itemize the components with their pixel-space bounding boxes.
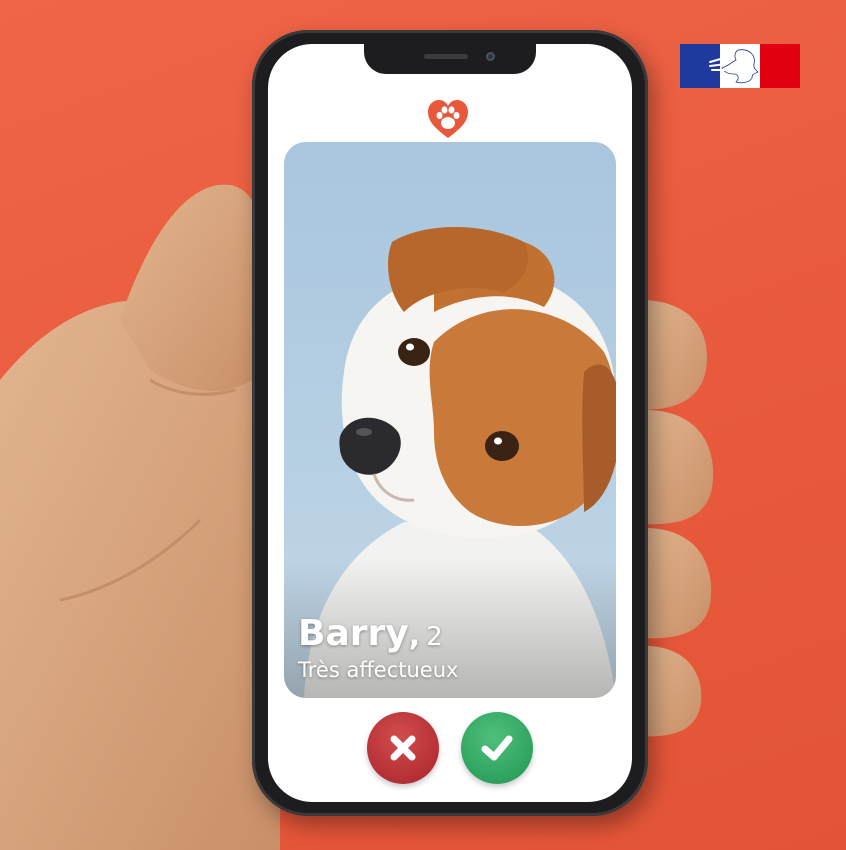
profile-age: 2 [426,622,443,652]
action-buttons [268,712,632,784]
profile-name: Barry [298,613,409,654]
phone-screen: Barry , 2 Très affectueux [268,44,632,802]
heart-paw-icon [428,100,468,138]
front-camera [486,52,495,61]
scene: Barry , 2 Très affectueux [0,0,846,850]
name-age-row: Barry , 2 [298,616,458,652]
reject-button[interactable] [367,712,439,784]
like-button[interactable] [461,712,533,784]
phone-notch [364,44,536,74]
phone-device: Barry , 2 Très affectueux [252,30,648,816]
profile-tagline: Très affectueux [298,658,459,682]
name-separator: , [408,618,421,653]
check-icon [481,735,513,761]
profile-card[interactable]: Barry , 2 Très affectueux [284,142,616,698]
speaker-grille [424,54,468,59]
close-icon [390,735,416,761]
profile-info: Barry , 2 Très affectueux [298,616,459,683]
